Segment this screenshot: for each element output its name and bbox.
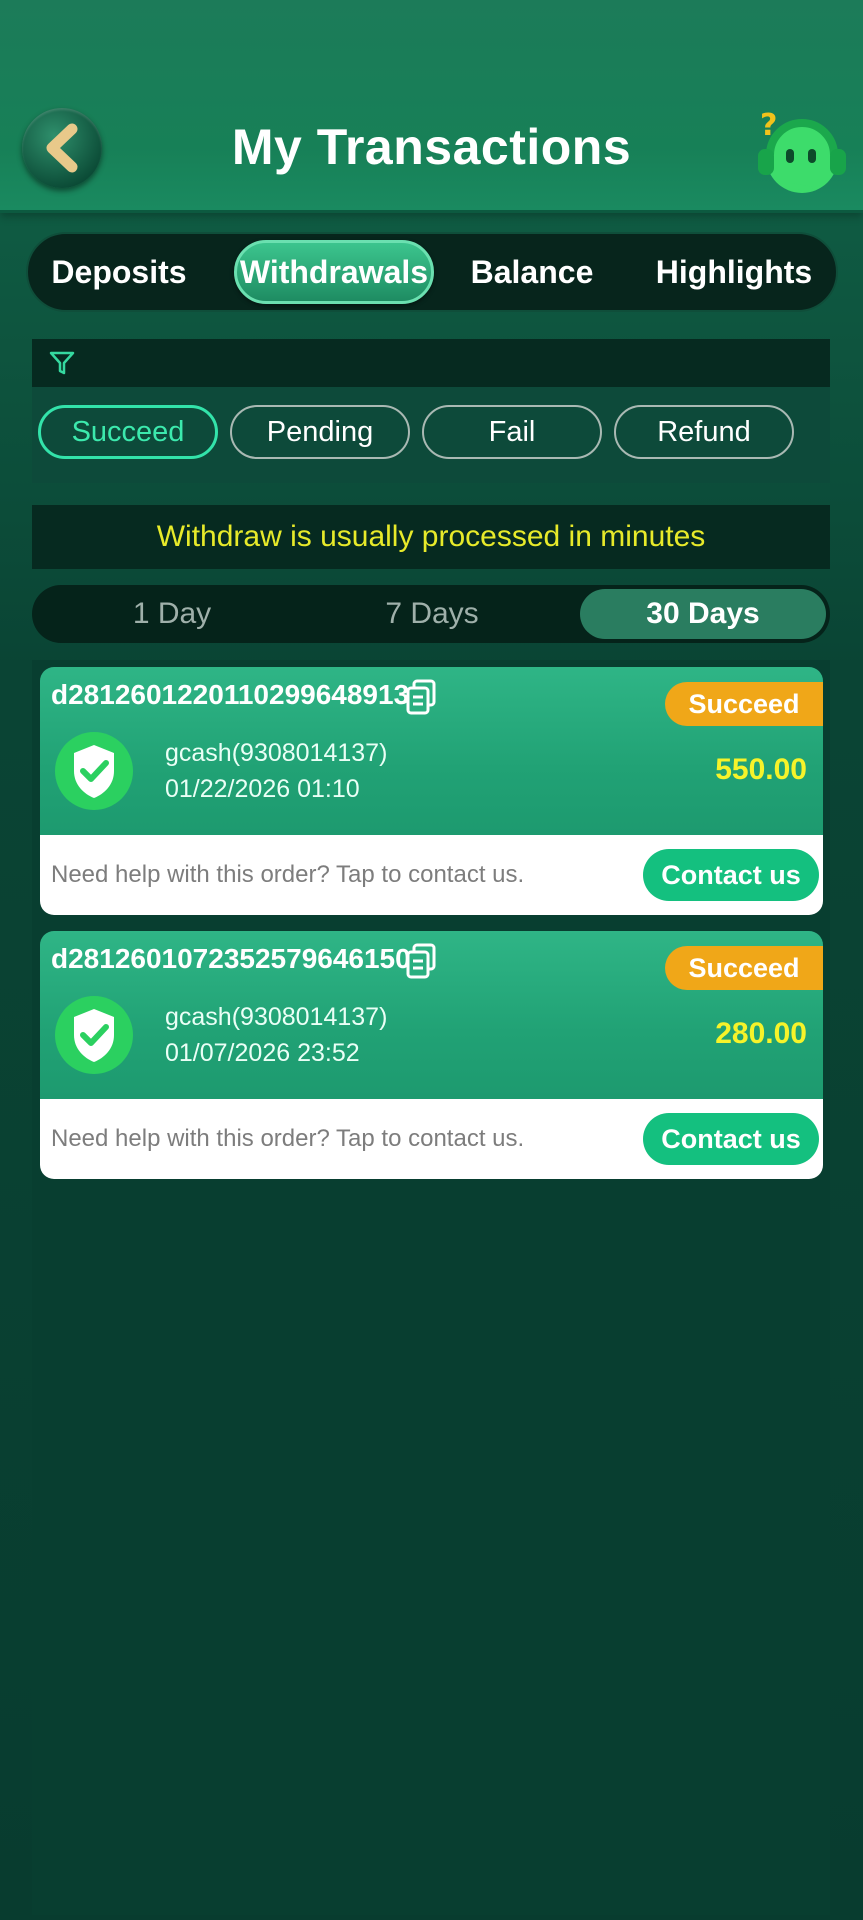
tab-highlights[interactable]: Highlights — [644, 240, 824, 304]
help-text: Need help with this order? Tap to contac… — [51, 1125, 525, 1152]
range-30-days[interactable]: 30 Days — [580, 589, 826, 639]
help-text: Need help with this order? Tap to contac… — [51, 861, 525, 888]
status-badge: Succeed — [665, 682, 823, 726]
transaction-card: d28126012201102996489​13 Succeed gcash(9… — [40, 667, 823, 915]
filter-bar — [32, 339, 830, 387]
status-badge: Succeed — [665, 946, 823, 990]
order-id: d28126012201102996489​13 — [51, 679, 410, 710]
shield-check-icon — [55, 996, 133, 1074]
transaction-datetime: 01/07/2026 23:52 — [165, 1039, 360, 1067]
filter-chip-refund[interactable]: Refund — [614, 405, 794, 459]
order-id: d28126010723525796461​50 — [51, 943, 411, 974]
transaction-card-header: d28126012201102996489​13 Succeed gcash(9… — [40, 667, 823, 835]
copy-icon[interactable] — [405, 943, 437, 979]
transaction-amount: 550.00 — [715, 753, 807, 786]
processing-notice: Withdraw is usually processed in minutes — [32, 505, 830, 569]
range-1-day[interactable]: 1 Day — [62, 589, 282, 639]
filter-chip-fail[interactable]: Fail — [422, 405, 602, 459]
page-title: My Transactions — [231, 119, 632, 175]
filter-icon[interactable] — [48, 349, 76, 377]
tab-withdrawals[interactable]: Withdrawals — [234, 240, 434, 304]
copy-icon[interactable] — [405, 679, 437, 715]
tab-balance[interactable]: Balance — [452, 240, 612, 304]
transaction-amount: 280.00 — [715, 1017, 807, 1050]
payment-method: gcash(9308014137) — [165, 1003, 388, 1031]
filter-chip-succeed[interactable]: Succeed — [38, 405, 218, 459]
filter-chip-pending[interactable]: Pending — [230, 405, 410, 459]
contact-us-button[interactable]: Contact us — [643, 1113, 819, 1165]
date-range-selector: 1 Day 7 Days 30 Days — [32, 585, 830, 643]
header-bar: My Transactions ? — [0, 0, 863, 213]
support-mascot-icon: ? — [758, 108, 846, 193]
transaction-type-tabs: Deposits Withdrawals Balance Highlights — [26, 232, 838, 312]
support-button[interactable]: ? — [752, 105, 847, 200]
status-filter-panel: Succeed Pending Fail Refund — [32, 339, 830, 483]
range-7-days[interactable]: 7 Days — [322, 589, 542, 639]
transaction-datetime: 01/22/2026 01:10 — [165, 775, 360, 803]
svg-text:?: ? — [760, 108, 777, 143]
shield-check-icon — [55, 732, 133, 810]
transaction-card-header: d28126010723525796461​50 Succeed gcash(9… — [40, 931, 823, 1099]
transaction-card: d28126010723525796461​50 Succeed gcash(9… — [40, 931, 823, 1179]
tab-deposits[interactable]: Deposits — [40, 240, 198, 304]
contact-us-button[interactable]: Contact us — [643, 849, 819, 901]
payment-method: gcash(9308014137) — [165, 739, 388, 767]
transaction-card-footer: Need help with this order? Tap to contac… — [40, 835, 823, 915]
transaction-card-footer: Need help with this order? Tap to contac… — [40, 1099, 823, 1179]
